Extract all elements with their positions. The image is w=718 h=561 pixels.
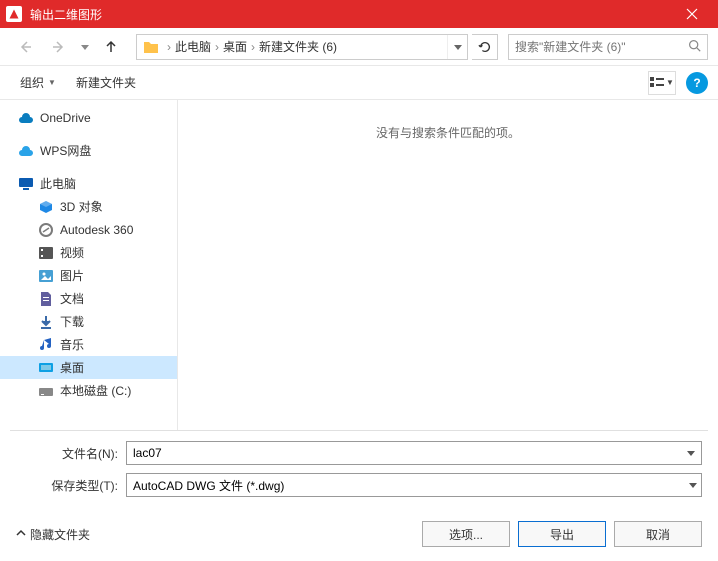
search-input[interactable] <box>515 40 688 54</box>
view-mode-button[interactable]: ▼ <box>648 71 676 95</box>
music-icon <box>38 337 54 353</box>
tree-label: 下载 <box>60 313 84 330</box>
back-button[interactable] <box>10 34 40 60</box>
window-title: 输出二维图形 <box>30 6 672 23</box>
nav-bar: › 此电脑 › 桌面 › 新建文件夹 (6) <box>0 28 718 66</box>
tree-thispc[interactable]: 此电脑 <box>0 172 177 195</box>
hide-folders-toggle[interactable]: 隐藏文件夹 <box>16 526 90 543</box>
toolbar: 组织 ▼ 新建文件夹 ▼ ? <box>0 66 718 100</box>
chevron-right-icon[interactable]: › <box>165 40 173 54</box>
tree-label: 视频 <box>60 244 84 261</box>
new-folder-button[interactable]: 新建文件夹 <box>66 70 146 95</box>
app-icon <box>6 6 22 22</box>
empty-message: 没有与搜索条件匹配的项。 <box>376 124 520 141</box>
autodesk-icon <box>38 222 54 238</box>
tree-label: 桌面 <box>60 359 84 376</box>
caret-down-icon: ▼ <box>666 78 674 87</box>
filetype-value: AutoCAD DWG 文件 (*.dwg) <box>133 477 695 494</box>
address-dropdown[interactable] <box>447 35 467 59</box>
tree-label: 本地磁盘 (C:) <box>60 382 131 399</box>
cancel-button[interactable]: 取消 <box>614 521 702 547</box>
organize-menu[interactable]: 组织 ▼ <box>10 70 66 95</box>
options-button[interactable]: 选项... <box>422 521 510 547</box>
tree-label: 此电脑 <box>40 175 76 192</box>
search-box[interactable] <box>508 34 708 60</box>
breadcrumb: › 此电脑 › 桌面 › 新建文件夹 (6) <box>165 35 339 59</box>
desktop-icon <box>38 360 54 376</box>
tree-autodesk[interactable]: Autodesk 360 <box>0 218 177 241</box>
filename-input[interactable] <box>133 446 695 460</box>
crumb-pc[interactable]: 此电脑 <box>173 38 213 55</box>
tree-videos[interactable]: 视频 <box>0 241 177 264</box>
cloud-icon <box>18 143 34 159</box>
tree-onedrive[interactable]: OneDrive <box>0 106 177 129</box>
cloud-icon <box>18 110 34 126</box>
footer: 隐藏文件夹 选项... 导出 取消 <box>0 509 718 561</box>
title-bar: 输出二维图形 <box>0 0 718 28</box>
tree-label: 文档 <box>60 290 84 307</box>
picture-icon <box>38 268 54 284</box>
refresh-button[interactable] <box>472 34 498 60</box>
dropdown-icon[interactable] <box>689 478 697 492</box>
export-button[interactable]: 导出 <box>518 521 606 547</box>
filetype-select[interactable]: AutoCAD DWG 文件 (*.dwg) <box>126 473 702 497</box>
help-button[interactable]: ? <box>686 72 708 94</box>
folder-icon <box>141 37 161 57</box>
tree-pictures[interactable]: 图片 <box>0 264 177 287</box>
download-icon <box>38 314 54 330</box>
cube-icon <box>38 199 54 215</box>
new-folder-label: 新建文件夹 <box>76 74 136 91</box>
tree-label: Autodesk 360 <box>60 223 133 237</box>
tree-localdisk[interactable]: 本地磁盘 (C:) <box>0 379 177 402</box>
search-icon[interactable] <box>688 39 701 55</box>
tree-label: 图片 <box>60 267 84 284</box>
organize-label: 组织 <box>20 74 44 91</box>
computer-icon <box>18 176 34 192</box>
save-form: 文件名(N): 保存类型(T): AutoCAD DWG 文件 (*.dwg) <box>0 431 718 509</box>
file-list: 没有与搜索条件匹配的项。 <box>178 100 718 430</box>
folder-tree: OneDrive WPS网盘 此电脑 3D 对象 Autodesk 360 视频… <box>0 100 178 430</box>
filename-label: 文件名(N): <box>16 445 126 462</box>
tree-label: WPS网盘 <box>40 142 91 159</box>
tree-desktop[interactable]: 桌面 <box>0 356 177 379</box>
history-dropdown[interactable] <box>78 43 92 51</box>
close-button[interactable] <box>672 0 712 28</box>
crumb-desktop[interactable]: 桌面 <box>221 38 249 55</box>
tree-label: 3D 对象 <box>60 198 103 215</box>
address-bar[interactable]: › 此电脑 › 桌面 › 新建文件夹 (6) <box>136 34 468 60</box>
tree-label: OneDrive <box>40 111 91 125</box>
caret-down-icon: ▼ <box>48 78 56 87</box>
video-icon <box>38 245 54 261</box>
filename-input-wrapper[interactable] <box>126 441 702 465</box>
dropdown-icon[interactable] <box>687 446 695 460</box>
up-button[interactable] <box>96 34 126 60</box>
filetype-label: 保存类型(T): <box>16 477 126 494</box>
hide-folders-label: 隐藏文件夹 <box>30 526 90 543</box>
body-area: OneDrive WPS网盘 此电脑 3D 对象 Autodesk 360 视频… <box>0 100 718 430</box>
tree-documents[interactable]: 文档 <box>0 287 177 310</box>
tree-music[interactable]: 音乐 <box>0 333 177 356</box>
chevron-right-icon[interactable]: › <box>213 40 221 54</box>
chevron-up-icon <box>16 527 26 541</box>
tree-label: 音乐 <box>60 336 84 353</box>
crumb-folder[interactable]: 新建文件夹 (6) <box>257 38 339 55</box>
tree-3dobjects[interactable]: 3D 对象 <box>0 195 177 218</box>
document-icon <box>38 291 54 307</box>
forward-button[interactable] <box>44 34 74 60</box>
chevron-right-icon[interactable]: › <box>249 40 257 54</box>
disk-icon <box>38 383 54 399</box>
tree-wps[interactable]: WPS网盘 <box>0 139 177 162</box>
tree-downloads[interactable]: 下载 <box>0 310 177 333</box>
